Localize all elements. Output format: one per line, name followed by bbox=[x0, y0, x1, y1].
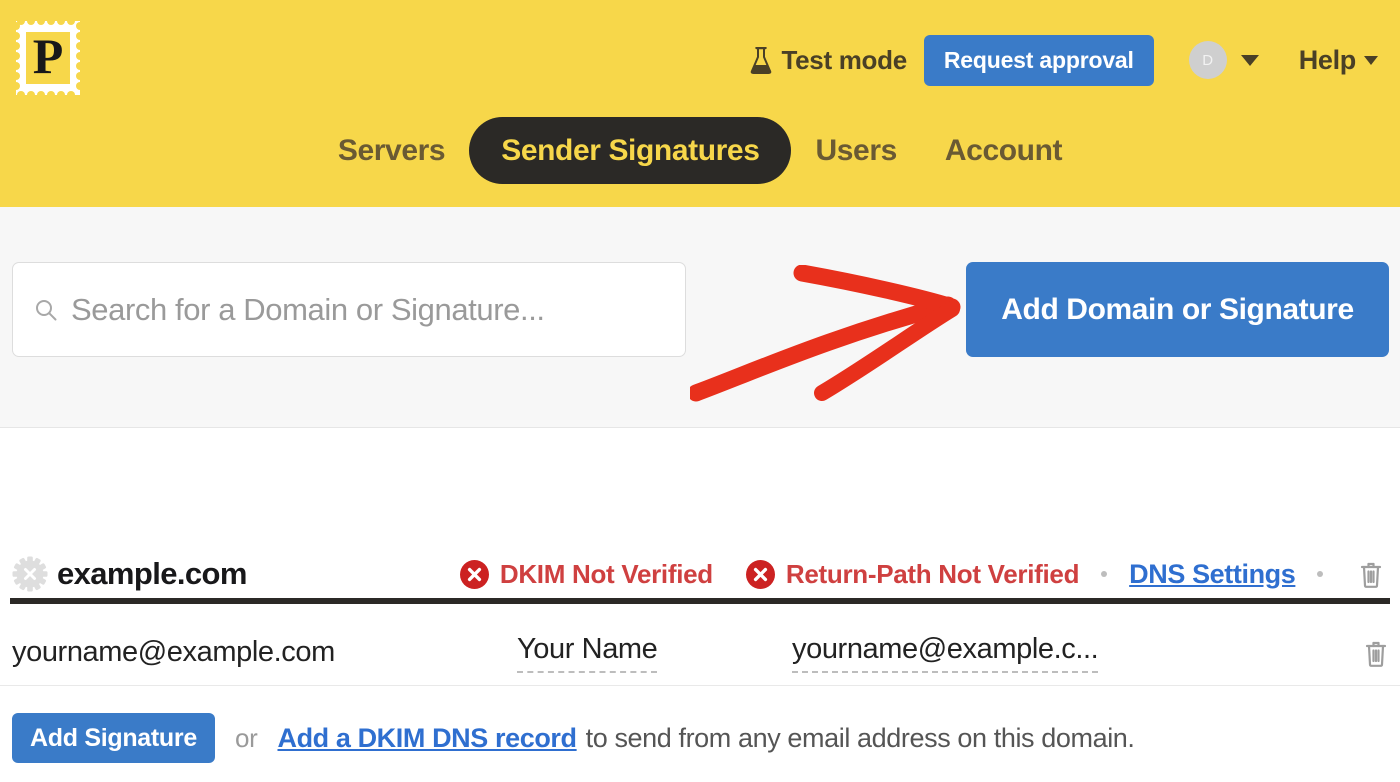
add-domain-or-signature-button[interactable]: Add Domain or Signature bbox=[966, 262, 1389, 357]
nav-item-users[interactable]: Users bbox=[791, 117, 920, 184]
request-approval-button[interactable]: Request approval bbox=[923, 34, 1154, 86]
domain-status-group: DKIM Not Verified Return-Path Not Verifi… bbox=[459, 558, 1384, 590]
stamp-inner-frame: P bbox=[22, 28, 74, 88]
status-label-dkim: DKIM Not Verified bbox=[499, 558, 713, 589]
signature-email: yourname@example.com bbox=[12, 636, 335, 668]
chevron-down-icon bbox=[1240, 54, 1259, 66]
nav-item-sender-signatures[interactable]: Sender Signatures bbox=[469, 117, 792, 184]
trash-icon[interactable] bbox=[1364, 639, 1388, 667]
domain-name: example.com bbox=[57, 556, 247, 591]
search-icon bbox=[36, 299, 57, 320]
header-utility-area: Test mode Request approval D Help bbox=[750, 30, 1378, 90]
signature-name-editable[interactable]: Your Name bbox=[517, 633, 658, 673]
signature-reply-to-editable[interactable]: yourname@example.c... bbox=[792, 633, 1099, 673]
top-header-bar: P Test mode Request approval D Help Serv… bbox=[0, 0, 1400, 207]
nav-item-servers[interactable]: Servers bbox=[314, 117, 469, 184]
test-mode-label: Test mode bbox=[781, 44, 907, 75]
status-label-return-path: Return-Path Not Verified bbox=[785, 558, 1080, 589]
test-mode-indicator: Test mode bbox=[750, 44, 907, 76]
status-badge-return-path: Return-Path Not Verified bbox=[745, 558, 1080, 590]
x-circle-icon bbox=[745, 559, 775, 589]
trash-icon[interactable] bbox=[1359, 560, 1383, 588]
help-label: Help bbox=[1298, 44, 1357, 75]
x-circle-icon bbox=[459, 559, 489, 589]
main-navigation: Servers Sender Signatures Users Account bbox=[0, 117, 1400, 184]
or-label: or bbox=[234, 722, 258, 753]
separator-dot bbox=[1101, 571, 1108, 577]
chevron-down-icon bbox=[1364, 55, 1378, 65]
dns-settings-link[interactable]: DNS Settings bbox=[1129, 559, 1296, 590]
toolbar-band: Add Domain or Signature bbox=[0, 207, 1400, 428]
domain-divider bbox=[10, 598, 1390, 604]
add-signature-button[interactable]: Add Signature bbox=[12, 713, 215, 763]
separator-dot bbox=[1317, 571, 1324, 577]
nav-item-account[interactable]: Account bbox=[921, 117, 1086, 184]
logo-letter: P bbox=[32, 28, 64, 84]
search-box[interactable] bbox=[12, 262, 686, 357]
avatar: D bbox=[1188, 41, 1227, 79]
signature-reply-to-cell: yourname@example.c... bbox=[792, 633, 1364, 673]
signature-footer-row: Add Signature or Add a DKIM DNS record t… bbox=[0, 708, 1400, 768]
postmark-sender-signatures-page: P Test mode Request approval D Help Serv… bbox=[0, 0, 1400, 782]
domain-header-row: example.com DKIM Not Verified Return-Pat… bbox=[0, 545, 1400, 603]
postmark-stamp-logo[interactable]: P bbox=[12, 17, 84, 99]
starburst-x-icon bbox=[12, 556, 48, 592]
status-badge-dkim: DKIM Not Verified bbox=[459, 558, 713, 590]
add-dkim-dns-record-link[interactable]: Add a DKIM DNS record bbox=[277, 723, 577, 754]
account-menu[interactable]: D bbox=[1188, 41, 1259, 79]
table-row: yourname@example.com Your Name yourname@… bbox=[0, 620, 1400, 686]
help-menu[interactable]: Help bbox=[1299, 45, 1378, 76]
flask-icon bbox=[751, 46, 772, 74]
signature-name-cell: Your Name bbox=[517, 633, 792, 673]
search-input[interactable] bbox=[71, 291, 663, 328]
content-area: example.com DKIM Not Verified Return-Pat… bbox=[0, 428, 1400, 782]
footer-help-text: to send from any email address on this d… bbox=[585, 722, 1135, 753]
